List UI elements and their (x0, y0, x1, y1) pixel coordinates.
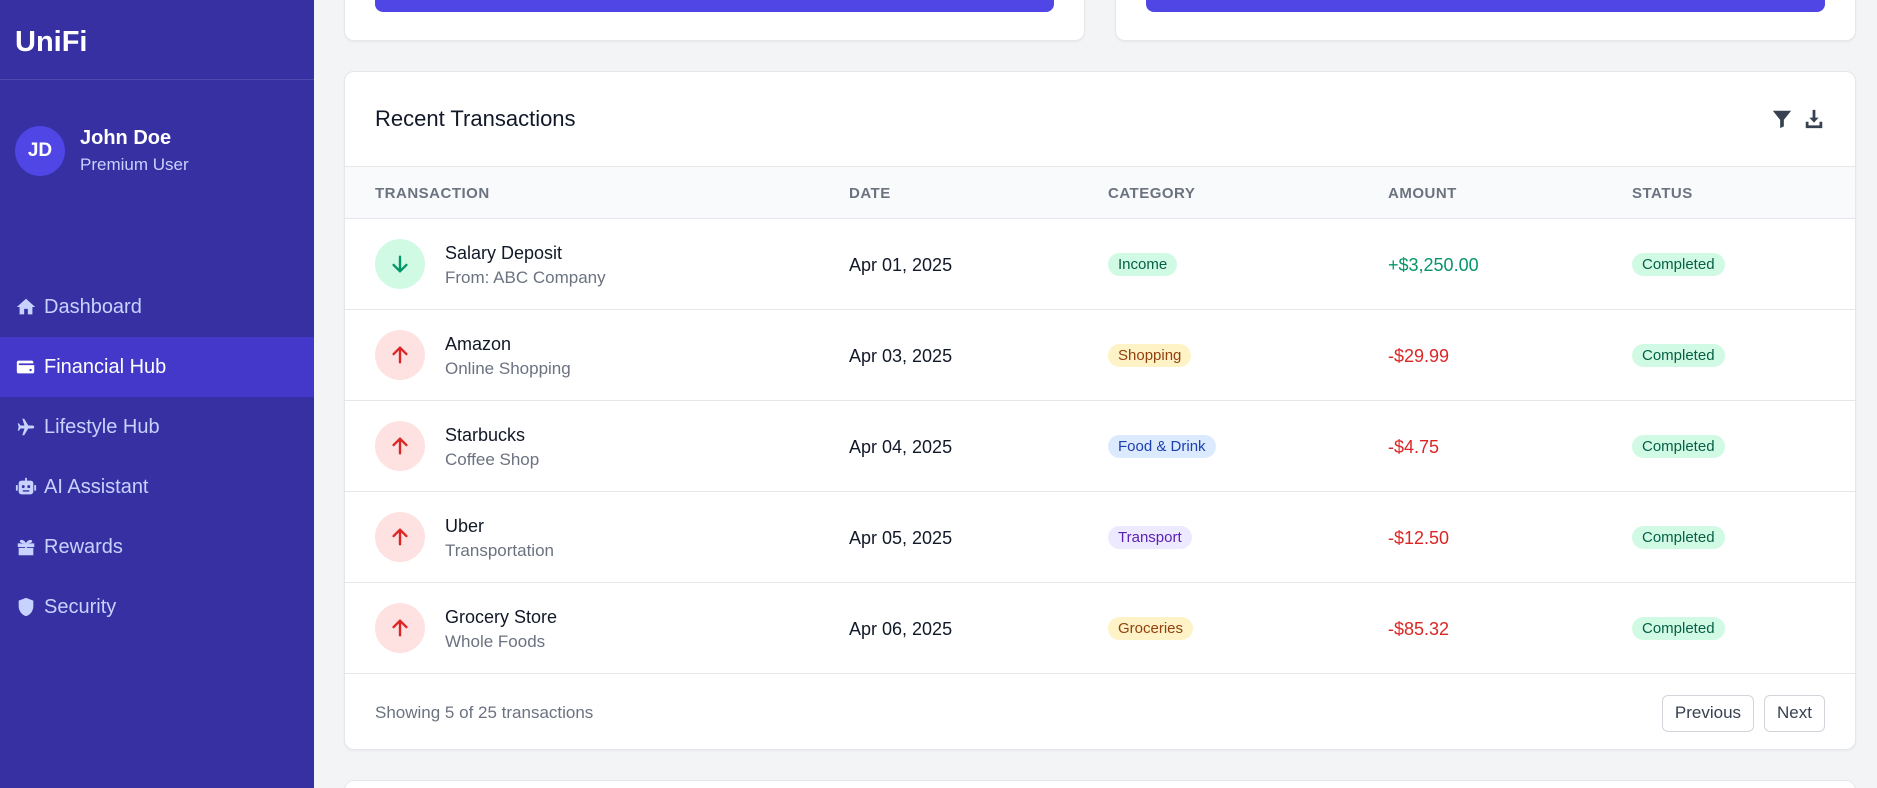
sidebar-item-label: Lifestyle Hub (44, 415, 160, 438)
app-logo[interactable]: UniFi (0, 0, 314, 80)
sidebar-item-ai-assistant[interactable]: AI Assistant (0, 457, 314, 517)
table-row[interactable]: Grocery Store Whole Foods Apr 06, 2025 G… (345, 583, 1855, 674)
sidebar-item-label: Dashboard (44, 295, 142, 318)
transaction-date: Apr 06, 2025 (849, 619, 953, 639)
user-profile[interactable]: JD John Doe Premium User (0, 80, 314, 200)
sidebar: UniFi JD John Doe Premium User Dashboard… (0, 0, 314, 788)
table-row[interactable]: Starbucks Coffee Shop Apr 04, 2025 Food … (345, 401, 1855, 492)
status-badge: Completed (1632, 344, 1725, 367)
table-row[interactable]: Amazon Online Shopping Apr 03, 2025 Shop… (345, 310, 1855, 401)
sidebar-item-financial-hub[interactable]: Financial Hub (0, 337, 314, 397)
table-footer: Showing 5 of 25 transactions Previous Ne… (345, 674, 1855, 749)
transaction-description: Transportation (445, 541, 554, 560)
status-badge: Completed (1632, 435, 1725, 458)
transaction-amount: +$3,250.00 (1388, 255, 1479, 275)
arrow-down-icon (375, 239, 425, 289)
transaction-amount: -$4.75 (1388, 437, 1440, 457)
sidebar-item-rewards[interactable]: Rewards (0, 517, 314, 577)
filter-icon[interactable] (1770, 107, 1794, 131)
sidebar-item-label: Rewards (44, 535, 123, 558)
sidebar-item-security[interactable]: Security (0, 577, 314, 637)
pagination-summary: Showing 5 of 25 transactions (375, 703, 594, 722)
wallet-icon (14, 355, 38, 379)
user-name: John Doe (80, 127, 172, 149)
sidebar-item-label: AI Assistant (44, 475, 149, 498)
next-card (344, 780, 1856, 788)
card-action-button[interactable] (375, 0, 1054, 12)
transaction-description: Online Shopping (445, 359, 571, 378)
table-row[interactable]: Salary Deposit From: ABC Company Apr 01,… (345, 219, 1855, 310)
arrow-up-icon (375, 603, 425, 653)
sidebar-item-lifestyle-hub[interactable]: Lifestyle Hub (0, 397, 314, 457)
category-badge: Transport (1108, 526, 1192, 549)
transaction-date: Apr 04, 2025 (849, 437, 953, 457)
column-header: STATUS (1632, 185, 1693, 202)
status-badge: Completed (1632, 526, 1725, 549)
card-action-button[interactable] (1146, 0, 1825, 12)
card-header: Recent Transactions (345, 72, 1855, 167)
transaction-date: Apr 03, 2025 (849, 346, 953, 366)
transaction-name: Starbucks (445, 425, 526, 445)
download-icon[interactable] (1802, 107, 1826, 131)
transaction-amount: -$29.99 (1388, 346, 1450, 366)
status-badge: Completed (1632, 617, 1725, 640)
transaction-amount: -$12.50 (1388, 528, 1450, 548)
sidebar-item-dashboard[interactable]: Dashboard (0, 277, 314, 337)
transaction-description: Coffee Shop (445, 450, 540, 469)
arrow-up-icon (375, 421, 425, 471)
category-badge: Shopping (1108, 344, 1192, 367)
user-role: Premium User (80, 155, 189, 174)
sidebar-nav: Dashboard Financial Hub Lifestyle Hub AI… (0, 277, 314, 637)
status-badge: Completed (1632, 253, 1725, 276)
recent-transactions-card: Recent Transactions TRANSACTION DATE CAT… (344, 71, 1856, 750)
transaction-name: Salary Deposit (445, 243, 563, 263)
transaction-date: Apr 05, 2025 (849, 528, 953, 548)
transaction-name: Uber (445, 516, 485, 536)
column-header: TRANSACTION (375, 185, 490, 202)
transaction-description: From: ABC Company (445, 268, 606, 287)
transaction-name: Grocery Store (445, 607, 558, 627)
home-icon (14, 295, 38, 319)
table-header: TRANSACTION DATE CATEGORY AMOUNT STATUS (345, 167, 1855, 219)
transaction-date: Apr 01, 2025 (849, 255, 953, 275)
sidebar-item-label: Financial Hub (44, 355, 167, 378)
summary-card (1115, 0, 1856, 41)
avatar[interactable]: JD (15, 126, 65, 176)
next-button[interactable]: Next (1764, 694, 1825, 732)
shield-icon (14, 595, 38, 619)
sidebar-item-label: Security (44, 595, 117, 618)
column-header: AMOUNT (1388, 185, 1457, 202)
column-header: DATE (849, 185, 891, 202)
robot-icon (14, 475, 38, 499)
table-row[interactable]: Uber Transportation Apr 05, 2025 Transpo… (345, 492, 1855, 583)
transaction-description: Whole Foods (445, 632, 546, 651)
category-badge: Food & Drink (1108, 435, 1216, 458)
previous-button[interactable]: Previous (1661, 694, 1755, 732)
card-title: Recent Transactions (375, 106, 576, 131)
column-header: CATEGORY (1108, 185, 1196, 202)
category-badge: Groceries (1108, 617, 1194, 640)
plane-icon (14, 415, 38, 439)
arrow-up-icon (375, 330, 425, 380)
category-badge: Income (1108, 253, 1178, 276)
arrow-up-icon (375, 512, 425, 562)
transaction-name: Amazon (445, 334, 512, 354)
gift-icon (14, 535, 38, 559)
summary-card (344, 0, 1085, 41)
pagination: Previous Next (1661, 694, 1825, 732)
transaction-amount: -$85.32 (1388, 619, 1450, 639)
